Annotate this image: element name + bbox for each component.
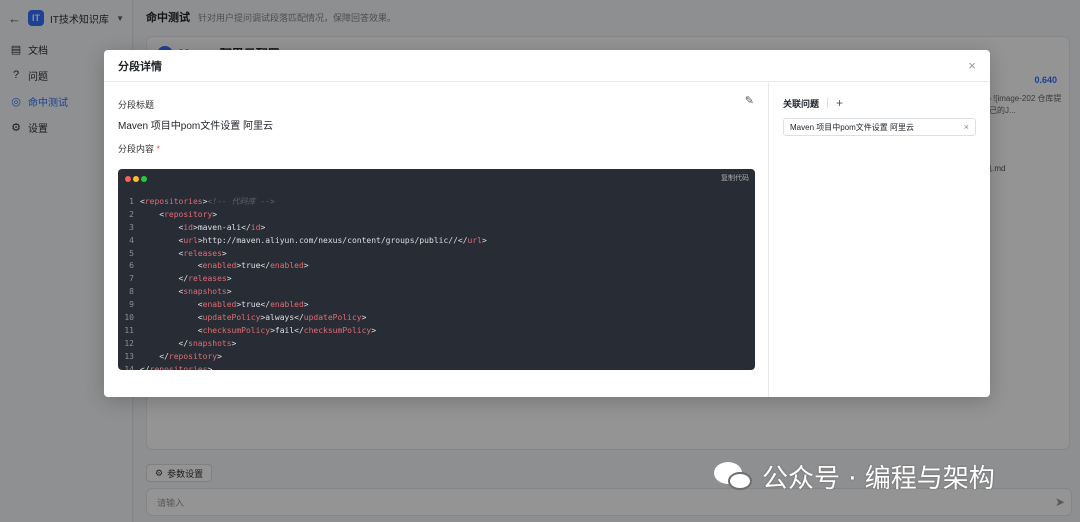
code-line: 14 </repositories> — [118, 364, 755, 370]
code-text: <checksumPolicy>fail</checksumPolicy> — [197, 325, 377, 335]
code-body: 1 <repositories><!-- 代码库 --> 2 <repository… — [118, 196, 755, 370]
code-line: 4 <url>http://maven.aliyun.com/nexus/con… — [118, 235, 755, 248]
code-line: 10 <updatePolicy>always</updatePolicy> — [118, 312, 755, 325]
line-number: 11 — [124, 325, 134, 335]
code-line: 12 </snapshots> — [118, 338, 755, 351]
edit-icon[interactable]: ✎ — [745, 94, 754, 107]
window-dot-green-icon — [141, 176, 147, 182]
line-number: 6 — [129, 261, 134, 271]
code-text: <repositories><!-- 代码库 --> — [140, 197, 275, 206]
line-number: 8 — [129, 287, 134, 297]
segment-title-label: 分段标题 — [118, 100, 155, 110]
code-text: <enabled>true</enabled> — [197, 261, 309, 271]
code-line: 13 </repository> — [118, 351, 755, 364]
related-question-text: Maven 项目中pom文件设置 阿里云 — [790, 122, 915, 132]
watermark-text: 公众号 · 编程与架构 — [762, 464, 995, 494]
related-label: 关联问题 — [783, 98, 820, 109]
code-line: 1 <repositories><!-- 代码库 --> — [118, 196, 755, 209]
line-number: 14 — [124, 364, 134, 370]
modal-header: 分段详情 × — [104, 50, 990, 82]
code-line: 6 <enabled>true</enabled> — [118, 260, 755, 273]
close-icon[interactable]: × — [968, 58, 976, 73]
line-number: 7 — [129, 274, 134, 284]
line-number: 12 — [124, 338, 134, 348]
code-text: </snapshots> — [178, 338, 237, 348]
code-line: 2 <repository> — [118, 209, 755, 222]
code-line: 11 <checksumPolicy>fail</checksumPolicy> — [118, 325, 755, 338]
line-number: 5 — [129, 248, 134, 258]
close-icon[interactable]: × — [964, 122, 969, 132]
divider — [827, 98, 829, 108]
related-header: 关联问题 + — [783, 96, 843, 110]
window-dot-yellow-icon — [133, 176, 139, 182]
code-text: </repository> — [159, 351, 222, 361]
segment-detail-modal: 分段详情 × 分段标题 ✎ Maven 项目中pom文件设置 阿里云 分段内容 … — [104, 50, 990, 397]
line-number: 10 — [124, 313, 134, 323]
segment-content-label: 分段内容 * — [118, 142, 160, 155]
segment-title: Maven 项目中pom文件设置 阿里云 — [118, 121, 274, 132]
code-text: <releases> — [178, 248, 227, 258]
code-text: <repository> — [159, 209, 218, 219]
code-text: <enabled>true</enabled> — [197, 300, 309, 310]
code-line: 7 </releases> — [118, 273, 755, 286]
code-block: 复制代码 1 <repositories><!-- 代码库 --> 2 <repos… — [118, 169, 755, 370]
line-number: 1 — [129, 197, 134, 206]
watermark: 公众号 · 编程与架构 — [714, 458, 995, 495]
copy-code-button[interactable]: 复制代码 — [721, 173, 749, 183]
code-text: </releases> — [178, 274, 232, 284]
line-number: 9 — [129, 300, 134, 310]
code-line: 5 <releases> — [118, 248, 755, 261]
code-text: <snapshots> — [178, 287, 232, 297]
related-question-tag[interactable]: Maven 项目中pom文件设置 阿里云 × — [783, 118, 976, 136]
code-text: </repositories> — [140, 364, 213, 370]
code-text: <updatePolicy>always</updatePolicy> — [197, 313, 367, 323]
wechat-icon — [714, 461, 754, 492]
add-icon[interactable]: + — [836, 96, 843, 110]
line-number: 3 — [129, 222, 134, 232]
line-number: 2 — [129, 209, 134, 219]
code-toolbar: 复制代码 — [118, 169, 755, 187]
modal-title: 分段详情 — [118, 60, 162, 73]
code-text: <id>maven-ali</id> — [178, 222, 266, 232]
window-dot-red-icon — [125, 176, 131, 182]
code-text: <url>http://maven.aliyun.com/nexus/conte… — [178, 235, 487, 245]
line-number: 4 — [129, 235, 134, 245]
code-line: 9 <enabled>true</enabled> — [118, 299, 755, 312]
code-line: 8 <snapshots> — [118, 286, 755, 299]
segment-content-label-text: 分段内容 — [118, 144, 155, 154]
related-questions-panel: 关联问题 + Maven 项目中pom文件设置 阿里云 × — [768, 82, 990, 397]
line-number: 13 — [124, 351, 134, 361]
segment-panel: 分段标题 ✎ Maven 项目中pom文件设置 阿里云 分段内容 * 复制代码 … — [104, 82, 768, 397]
required-mark: * — [156, 144, 161, 154]
code-line: 3 <id>maven-ali</id> — [118, 222, 755, 235]
